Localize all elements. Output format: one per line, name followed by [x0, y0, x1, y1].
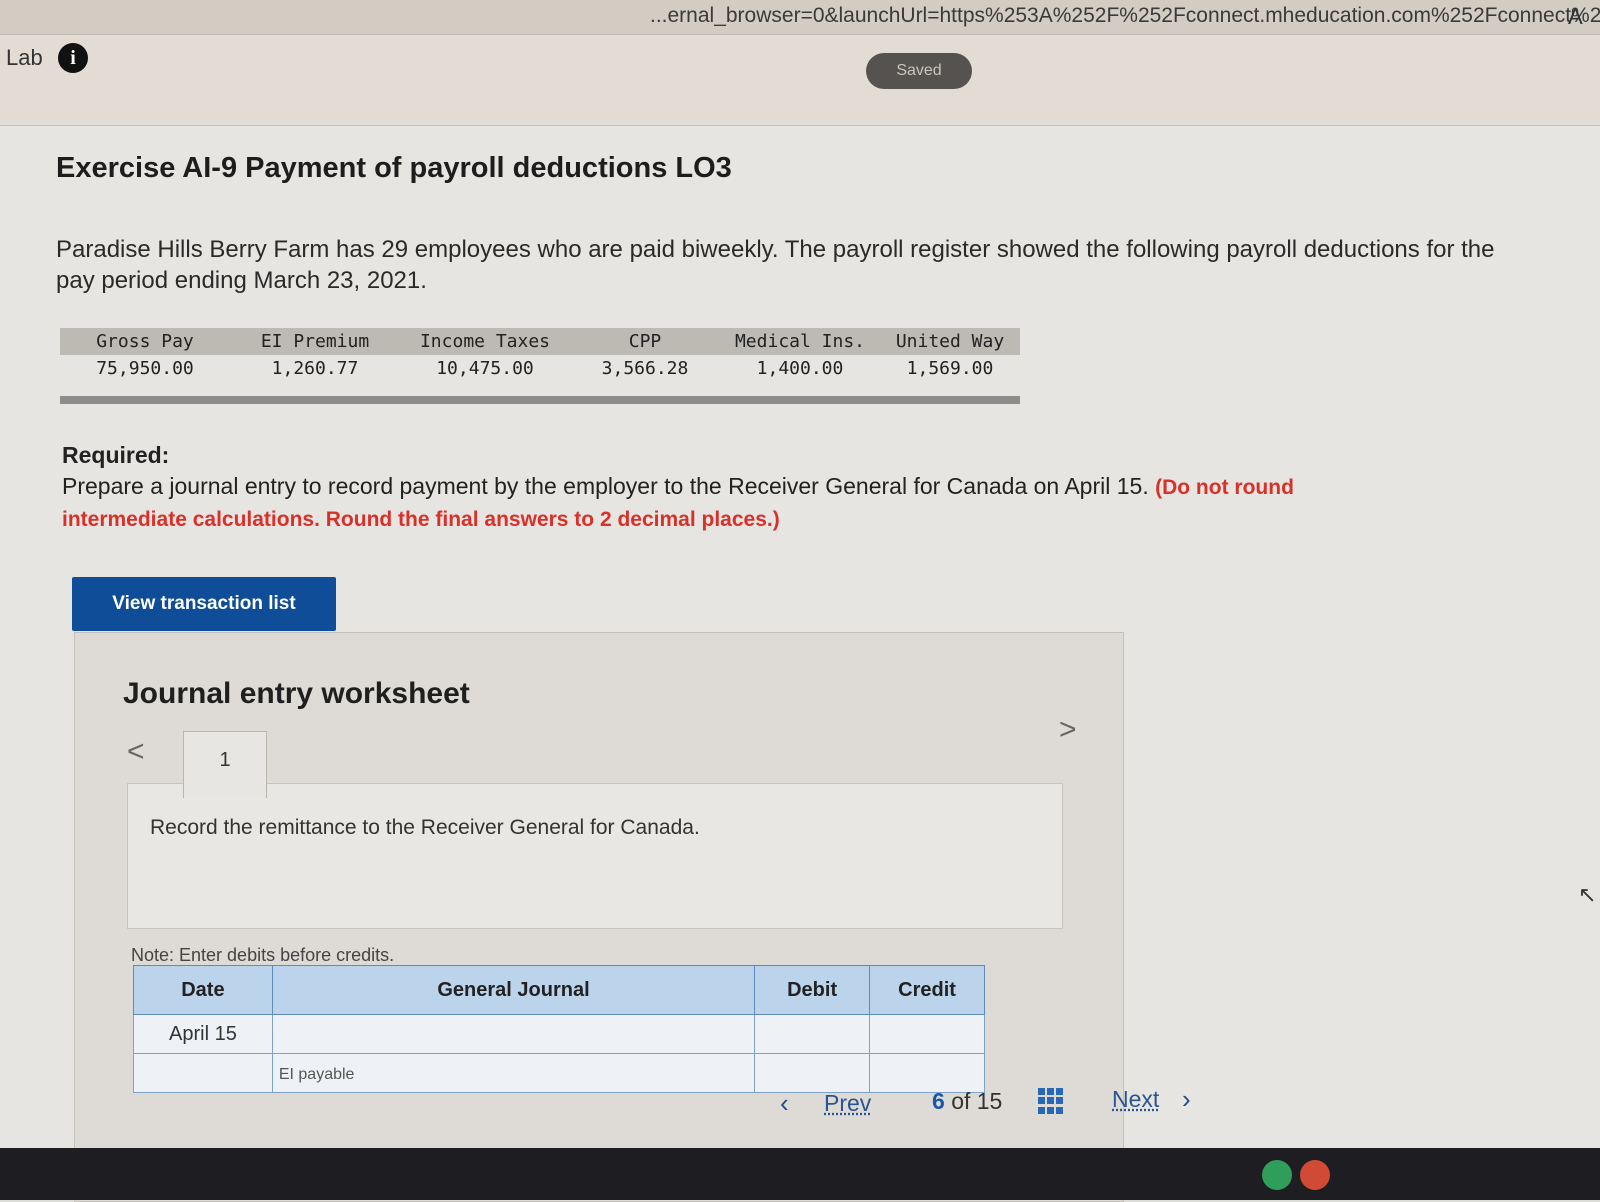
- date-column-header: Date: [133, 965, 273, 1015]
- table-row: EI payable: [133, 1053, 985, 1093]
- general-journal-table: Date General Journal Debit Credit April …: [133, 965, 985, 1093]
- deductions-header-cell: Medical Ins.: [734, 331, 866, 352]
- required-section: Required: Prepare a journal entry to rec…: [62, 440, 1422, 535]
- table-row: April 15: [133, 1014, 985, 1054]
- deductions-header-cell: EI Premium: [260, 331, 370, 352]
- main-content: Exercise AI-9 Payment of payroll deducti…: [0, 126, 1600, 1202]
- required-text: Prepare a journal entry to record paymen…: [62, 473, 1149, 499]
- chevron-right-icon[interactable]: >: [1059, 713, 1077, 747]
- deductions-value-cell: 75,950.00: [96, 358, 194, 379]
- of-label: of: [951, 1088, 971, 1114]
- chevron-left-icon[interactable]: ‹: [780, 1088, 789, 1119]
- journal-entry-worksheet: Journal entry worksheet < > Record the r…: [74, 632, 1124, 1202]
- app-icon[interactable]: [1262, 1160, 1292, 1190]
- debits-note: Note: Enter debits before credits.: [131, 945, 395, 965]
- credit-input[interactable]: [869, 1053, 985, 1093]
- os-taskbar: [0, 1148, 1600, 1200]
- worksheet-title: Journal entry worksheet: [123, 677, 470, 710]
- account-text: EI payable: [278, 1065, 355, 1083]
- credit-input[interactable]: [869, 1014, 985, 1054]
- exercise-intro: Paradise Hills Berry Farm has 29 employe…: [56, 236, 1495, 294]
- lab-label: Lab: [6, 45, 43, 70]
- next-button[interactable]: Next: [1112, 1086, 1159, 1113]
- current-page: 6: [932, 1088, 945, 1114]
- deductions-value-cell: 10,475.00: [436, 358, 534, 379]
- general-journal-column-header: General Journal: [271, 965, 756, 1015]
- deductions-header-cell: CPP: [628, 331, 662, 352]
- account-select[interactable]: [271, 1014, 756, 1054]
- info-icon[interactable]: i: [58, 43, 88, 73]
- deductions-header-cell: Gross Pay: [96, 331, 194, 352]
- debit-input[interactable]: [754, 1053, 871, 1093]
- total-pages: 15: [976, 1088, 1003, 1114]
- required-label: Required:: [62, 442, 170, 468]
- date-cell[interactable]: April 15: [133, 1014, 273, 1054]
- page-counter: 6 of 15: [932, 1088, 1002, 1115]
- debit-input[interactable]: [754, 1014, 871, 1054]
- prev-button[interactable]: Prev: [824, 1090, 871, 1117]
- deductions-header-cell: United Way: [895, 331, 1005, 352]
- chevron-left-icon[interactable]: <: [127, 735, 145, 769]
- url-text[interactable]: ...ernal_browser=0&launchUrl=https%253A%…: [650, 4, 1600, 28]
- view-transaction-list-button[interactable]: View transaction list: [72, 577, 336, 631]
- deductions-bottom-rule: [60, 396, 1020, 404]
- debit-column-header: Debit: [754, 965, 871, 1015]
- payroll-deductions-table: Gross Pay EI Premium Income Taxes CPP Me…: [60, 328, 1020, 404]
- powerpoint-icon[interactable]: [1300, 1160, 1330, 1190]
- task-description-box: Record the remittance to the Receiver Ge…: [127, 783, 1063, 929]
- chevron-right-icon[interactable]: ›: [1182, 1084, 1191, 1115]
- deductions-value-cell: 3,566.28: [601, 358, 689, 379]
- deductions-value-row: 75,950.00 1,260.77 10,475.00 3,566.28 1,…: [60, 355, 1020, 382]
- credit-column-header: Credit: [869, 965, 985, 1015]
- account-select[interactable]: EI payable: [271, 1053, 756, 1093]
- lab-header: Lab i Saved: [0, 35, 1600, 126]
- deductions-value-cell: 1,400.00: [756, 358, 844, 379]
- deductions-value-cell: 1,260.77: [271, 358, 359, 379]
- task-text: Record the remittance to the Receiver Ge…: [150, 816, 700, 839]
- deductions-header-row: Gross Pay EI Premium Income Taxes CPP Me…: [60, 328, 1020, 355]
- browser-address-bar[interactable]: ...ernal_browser=0&launchUrl=https%253A%…: [0, 0, 1600, 35]
- mouse-cursor-icon: ↖: [1578, 882, 1597, 907]
- deductions-header-cell: Income Taxes: [419, 331, 551, 352]
- reader-mode-icon[interactable]: A: [1568, 4, 1583, 30]
- exercise-title: Exercise AI-9 Payment of payroll deducti…: [56, 152, 732, 184]
- grid-menu-icon[interactable]: [1038, 1088, 1064, 1114]
- deductions-value-cell: 1,569.00: [906, 358, 994, 379]
- date-cell[interactable]: [133, 1053, 273, 1093]
- saved-status-badge: Saved: [866, 53, 972, 89]
- tab-entry-1[interactable]: 1: [183, 731, 267, 798]
